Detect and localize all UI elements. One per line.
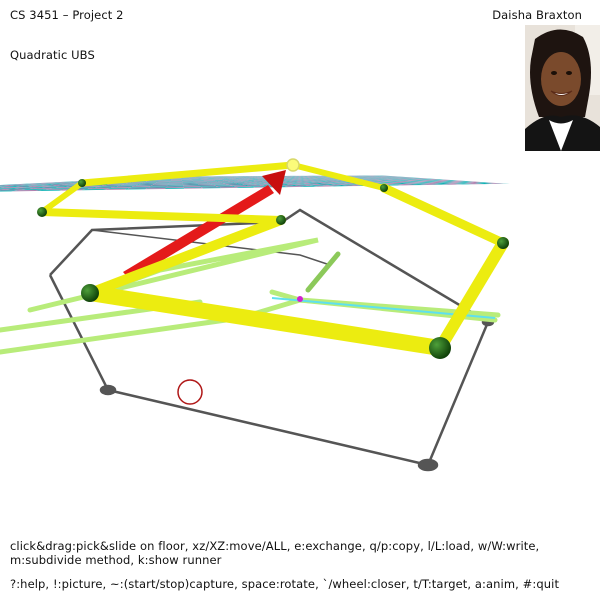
floor-tile xyxy=(493,182,514,183)
help-text-line-2: ?:help, !:picture, ~:(start/stop)capture… xyxy=(10,577,560,591)
floor-tile xyxy=(0,182,3,184)
selected-vertex[interactable] xyxy=(286,158,300,172)
author-name: Daisha Braxton xyxy=(492,8,582,22)
floor-tile xyxy=(504,183,526,184)
checkered-floor[interactable] xyxy=(0,174,600,197)
floor-tile xyxy=(494,182,515,184)
course-title: CS 3451 – Project 2 xyxy=(10,8,124,22)
floor-tile xyxy=(531,182,552,183)
floor-tile xyxy=(12,182,32,183)
center-marker xyxy=(297,296,303,302)
scheme-name: Quadratic UBS xyxy=(10,48,95,62)
floor-tile xyxy=(0,182,9,183)
floor-tile xyxy=(2,182,23,183)
floor-tile xyxy=(0,182,13,184)
floor-tile xyxy=(522,182,543,183)
floor-tile xyxy=(551,182,573,183)
help-text-line-1a: click&drag:pick&slide on floor, xz/XZ:mo… xyxy=(10,539,540,553)
floor-tile xyxy=(568,182,590,183)
floor-tile xyxy=(6,182,27,184)
floor-tile xyxy=(0,182,18,183)
floor-tile xyxy=(0,183,17,185)
floor-tile xyxy=(0,183,1,185)
floor-tile xyxy=(503,182,524,184)
floor-tile xyxy=(560,182,582,183)
runner-ball[interactable] xyxy=(177,379,203,405)
floor-tile xyxy=(514,182,536,184)
floor-tile xyxy=(26,182,46,183)
control-vertex[interactable] xyxy=(497,237,509,249)
control-vertex[interactable] xyxy=(380,184,388,192)
control-vertex[interactable] xyxy=(276,215,286,225)
floor-tile xyxy=(542,182,564,184)
floor-tile xyxy=(21,182,42,184)
floor-tile xyxy=(533,182,555,184)
floor-tile xyxy=(0,183,22,184)
author-photo xyxy=(525,25,600,151)
3d-viewport[interactable] xyxy=(0,0,600,600)
help-text-line-1b: m:subdivide method, k:show runner xyxy=(10,553,222,567)
control-vertex[interactable] xyxy=(429,337,451,359)
control-vertex[interactable] xyxy=(37,207,47,217)
floor-tile xyxy=(523,182,545,184)
help-text-line-1: click&drag:pick&slide on floor, xz/XZ:mo… xyxy=(10,539,539,567)
floor-tile xyxy=(513,182,534,183)
subdivision-curve xyxy=(0,237,501,355)
floor-tile xyxy=(0,183,7,184)
control-vertex[interactable] xyxy=(78,179,86,187)
control-vertex[interactable] xyxy=(81,284,99,302)
